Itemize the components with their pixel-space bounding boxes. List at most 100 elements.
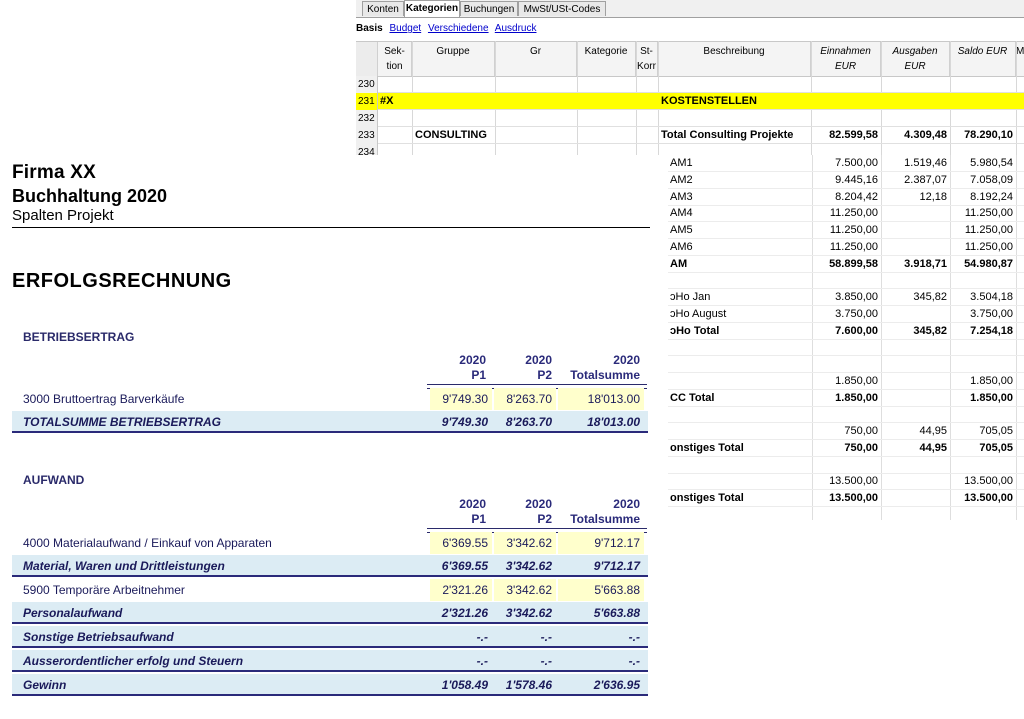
cell-einnahmen[interactable] — [812, 356, 881, 373]
cell-einnahmen[interactable]: 13.500,00 — [812, 490, 881, 507]
cell-saldo[interactable]: 13.500,00 — [950, 473, 1016, 490]
cell-ausgaben[interactable]: 345,82 — [881, 289, 950, 306]
cell-saldo[interactable]: 11.250,00 — [950, 222, 1016, 239]
cell-beschreibung[interactable]: AM4 — [670, 205, 810, 222]
tab-mwst-ust-codes[interactable]: MwSt/USt-Codes — [518, 1, 606, 16]
cell-ausgaben[interactable] — [881, 406, 950, 423]
table-row[interactable]: onstiges Total 13.500,00 13.500,00 — [668, 490, 1024, 507]
tab-buchungen[interactable]: Buchungen — [460, 1, 518, 16]
cell-einnahmen[interactable]: 82.599,58 — [811, 127, 881, 144]
cell-einnahmen[interactable]: 750,00 — [812, 423, 881, 440]
table-row[interactable]: 230 — [356, 76, 1024, 93]
cell-ausgaben[interactable] — [881, 339, 950, 356]
cell-einnahmen[interactable]: 58.899,58 — [812, 256, 881, 273]
subtab-verschiedene[interactable]: Verschiedene — [428, 23, 489, 34]
cell-beschreibung[interactable]: AM — [670, 256, 810, 273]
subtab-ausdruck[interactable]: Ausdruck — [495, 23, 537, 34]
cell-saldo[interactable]: 13.500,00 — [950, 490, 1016, 507]
cell-beschreibung[interactable]: CC Total — [670, 390, 810, 407]
cell-einnahmen[interactable]: 13.500,00 — [812, 473, 881, 490]
column-header-gr[interactable]: Gr — [495, 42, 577, 76]
cell-beschreibung[interactable] — [670, 473, 810, 490]
column-header-einnahmen[interactable]: Einnahmen EUR — [811, 42, 881, 76]
cell-ausgaben[interactable] — [881, 373, 950, 390]
table-row[interactable]: AM4 11.250,00 11.250,00 — [668, 205, 1024, 223]
cell-beschreibung[interactable]: AM2 — [670, 172, 810, 189]
cell-saldo[interactable] — [950, 339, 1016, 356]
cell-ausgaben[interactable] — [881, 457, 950, 474]
column-header-st-korr[interactable]: St- Korr — [636, 42, 658, 76]
cell-saldo[interactable]: 54.980,87 — [950, 256, 1016, 273]
column-header-saldo[interactable]: Saldo EUR — [950, 42, 1016, 76]
table-row[interactable] — [668, 406, 1024, 424]
table-row[interactable]: AM1 7.500,00 1.519,46 5.980,54 — [668, 155, 1024, 172]
cell-ausgaben[interactable]: 44,95 — [881, 423, 950, 440]
cell-beschreibung[interactable] — [670, 406, 810, 423]
table-row[interactable]: onstiges Total 750,00 44,95 705,05 — [668, 440, 1024, 457]
tab-kategorien[interactable]: Kategorien — [404, 0, 460, 17]
table-row[interactable]: 234 — [356, 144, 1024, 155]
column-header-beschreibung[interactable]: Beschreibung — [658, 42, 811, 76]
cell-saldo[interactable]: 7.254,18 — [950, 323, 1016, 340]
cell-saldo[interactable]: 1.850,00 — [950, 373, 1016, 390]
cell-saldo[interactable]: 3.750,00 — [950, 306, 1016, 323]
cell-einnahmen[interactable] — [812, 339, 881, 356]
cell-einnahmen[interactable]: 1.850,00 — [812, 390, 881, 407]
cell-saldo[interactable] — [950, 457, 1016, 474]
row-number[interactable]: 232 — [356, 110, 378, 127]
row-number[interactable]: 234 — [356, 144, 378, 155]
cell-ausgaben[interactable]: 44,95 — [881, 440, 950, 457]
column-header-gruppe[interactable]: Gruppe — [412, 42, 495, 76]
cell-beschreibung[interactable] — [670, 423, 810, 440]
cell-ausgaben[interactable]: 2.387,07 — [881, 172, 950, 189]
cell-saldo[interactable]: 3.504,18 — [950, 289, 1016, 306]
column-header-ausgaben[interactable]: Ausgaben EUR — [881, 42, 950, 76]
table-row[interactable]: AM5 11.250,00 11.250,00 — [668, 222, 1024, 239]
cell-einnahmen[interactable]: 11.250,00 — [812, 205, 881, 222]
cell-beschreibung[interactable]: AM5 — [670, 222, 810, 239]
cell-einnahmen[interactable]: 7.500,00 — [812, 155, 881, 172]
cell-ausgaben[interactable] — [881, 239, 950, 256]
cell-saldo[interactable] — [950, 406, 1016, 423]
table-row[interactable]: 13.500,00 13.500,00 — [668, 473, 1024, 491]
table-row[interactable] — [668, 356, 1024, 373]
cell-ausgaben[interactable]: 345,82 — [881, 323, 950, 340]
cell-einnahmen[interactable]: 8.204,42 — [812, 189, 881, 206]
cell-sektion[interactable]: #X — [380, 93, 412, 110]
cell-saldo[interactable]: 705,05 — [950, 440, 1016, 457]
cell-einnahmen[interactable]: 3.750,00 — [812, 306, 881, 323]
table-row[interactable]: ɔHo Total 7.600,00 345,82 7.254,18 — [668, 323, 1024, 340]
cell-beschreibung[interactable]: ɔHo Jan — [670, 289, 810, 306]
tab-konten[interactable]: Konten — [362, 1, 404, 16]
table-row[interactable]: 233 CONSULTING Total Consulting Projekte… — [356, 127, 1024, 144]
table-row[interactable] — [668, 339, 1024, 357]
cell-saldo[interactable]: 78.290,10 — [950, 127, 1016, 144]
cell-beschreibung[interactable]: onstiges Total — [670, 490, 810, 507]
cell-beschreibung[interactable]: ɔHo August — [670, 306, 810, 323]
cell-ausgaben[interactable] — [881, 356, 950, 373]
cell-beschreibung[interactable]: onstiges Total — [670, 440, 810, 457]
cell-saldo[interactable]: 705,05 — [950, 423, 1016, 440]
cell-ausgaben[interactable] — [881, 390, 950, 407]
table-row[interactable]: AM2 9.445,16 2.387,07 7.058,09 — [668, 172, 1024, 189]
cell-beschreibung[interactable] — [670, 373, 810, 390]
subtab-budget[interactable]: Budget — [389, 23, 421, 34]
cell-beschreibung[interactable]: ɔHo Total — [670, 323, 810, 340]
table-row[interactable]: ɔHo August 3.750,00 3.750,00 — [668, 306, 1024, 323]
cell-beschreibung[interactable]: AM1 — [670, 155, 810, 172]
cell-saldo[interactable]: 1.850,00 — [950, 390, 1016, 407]
row-number[interactable]: 233 — [356, 127, 378, 144]
cell-beschreibung[interactable] — [670, 356, 810, 373]
table-row[interactable]: AM3 8.204,42 12,18 8.192,24 — [668, 189, 1024, 206]
cell-ausgaben[interactable] — [881, 306, 950, 323]
column-header-sektion[interactable]: Sek- tion — [378, 42, 412, 76]
table-row[interactable]: 750,00 44,95 705,05 — [668, 423, 1024, 440]
cell-ausgaben[interactable]: 1.519,46 — [881, 155, 950, 172]
table-row[interactable]: 232 — [356, 110, 1024, 127]
cell-saldo[interactable]: 11.250,00 — [950, 239, 1016, 256]
table-row[interactable]: CC Total 1.850,00 1.850,00 — [668, 390, 1024, 407]
cell-einnahmen[interactable]: 750,00 — [812, 440, 881, 457]
cell-einnahmen[interactable] — [812, 457, 881, 474]
cell-ausgaben[interactable]: 12,18 — [881, 189, 950, 206]
cell-ausgaben[interactable] — [881, 490, 950, 507]
